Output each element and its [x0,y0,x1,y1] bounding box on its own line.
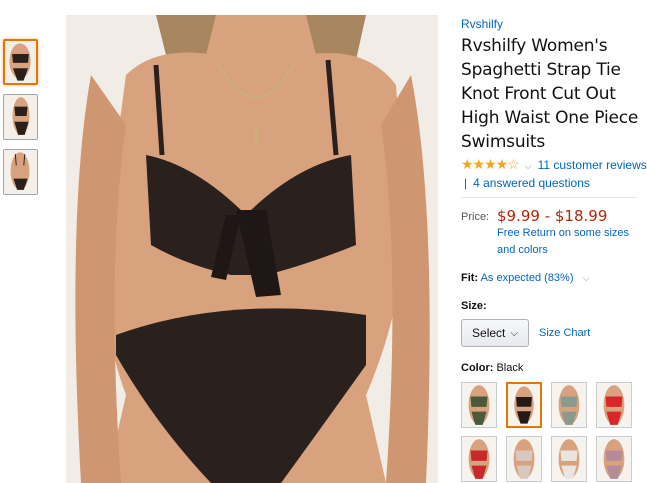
size-select-label: Select [472,326,506,340]
color-swatch[interactable] [551,382,587,428]
color-swatch[interactable] [506,436,542,482]
color-swatch[interactable] [551,436,587,482]
color-swatch[interactable] [596,382,632,428]
thumbnail-front[interactable] [3,39,38,85]
color-swatch[interactable] [461,382,497,428]
separator: | [464,176,468,190]
size-chart-link[interactable]: Size Chart [539,327,590,339]
size-label: Size: [461,300,487,312]
answered-questions-link[interactable]: 4 answered questions [473,176,590,190]
thumbnail-side[interactable] [3,94,38,140]
price-value: $9.99 - $18.99 [497,207,608,225]
product-info: Rvshilfy Rvshilfy Women's Spaghetti Stra… [461,16,647,482]
free-return-link[interactable]: Free Return on some sizes and colors [497,225,647,259]
price-label: Price: [461,211,490,223]
star-rating-icon[interactable]: ★★★★☆ [461,156,520,172]
answered-questions-row: | 4 answered questions [461,175,647,192]
color-swatch[interactable] [461,436,497,482]
chevron-down-icon[interactable]: ⌵ [583,273,590,283]
customer-reviews-link[interactable]: 11 customer reviews [538,158,647,172]
main-product-image[interactable] [66,15,438,483]
thumbnail-back[interactable] [3,149,38,195]
chevron-down-icon[interactable]: ⌵ [525,161,532,171]
color-row: Color: Black [461,362,647,374]
fit-label: Fit: [461,272,479,284]
product-title: Rvshilfy Women's Spaghetti Strap Tie Kno… [461,36,639,152]
chevron-down-icon: ⌵ [510,327,518,339]
thumbnail-strip [3,39,39,204]
size-row: Select ⌵ Size Chart [461,319,647,347]
brand-link[interactable]: Rvshilfy [461,16,647,32]
fit-row: Fit: As expected (83%) ⌵ [461,272,647,284]
color-swatch[interactable] [596,436,632,482]
divider [461,197,637,198]
rating-row: ★★★★☆ ⌵ 11 customer reviews [461,156,647,175]
price-row: Price: $9.99 - $18.99 [461,207,647,225]
color-label: Color: [461,362,494,374]
color-value: Black [496,362,524,374]
fit-value-link[interactable]: As expected (83%) [481,272,574,284]
size-select-dropdown[interactable]: Select ⌵ [461,319,529,347]
color-swatch[interactable] [506,382,542,428]
color-swatches [461,382,647,482]
